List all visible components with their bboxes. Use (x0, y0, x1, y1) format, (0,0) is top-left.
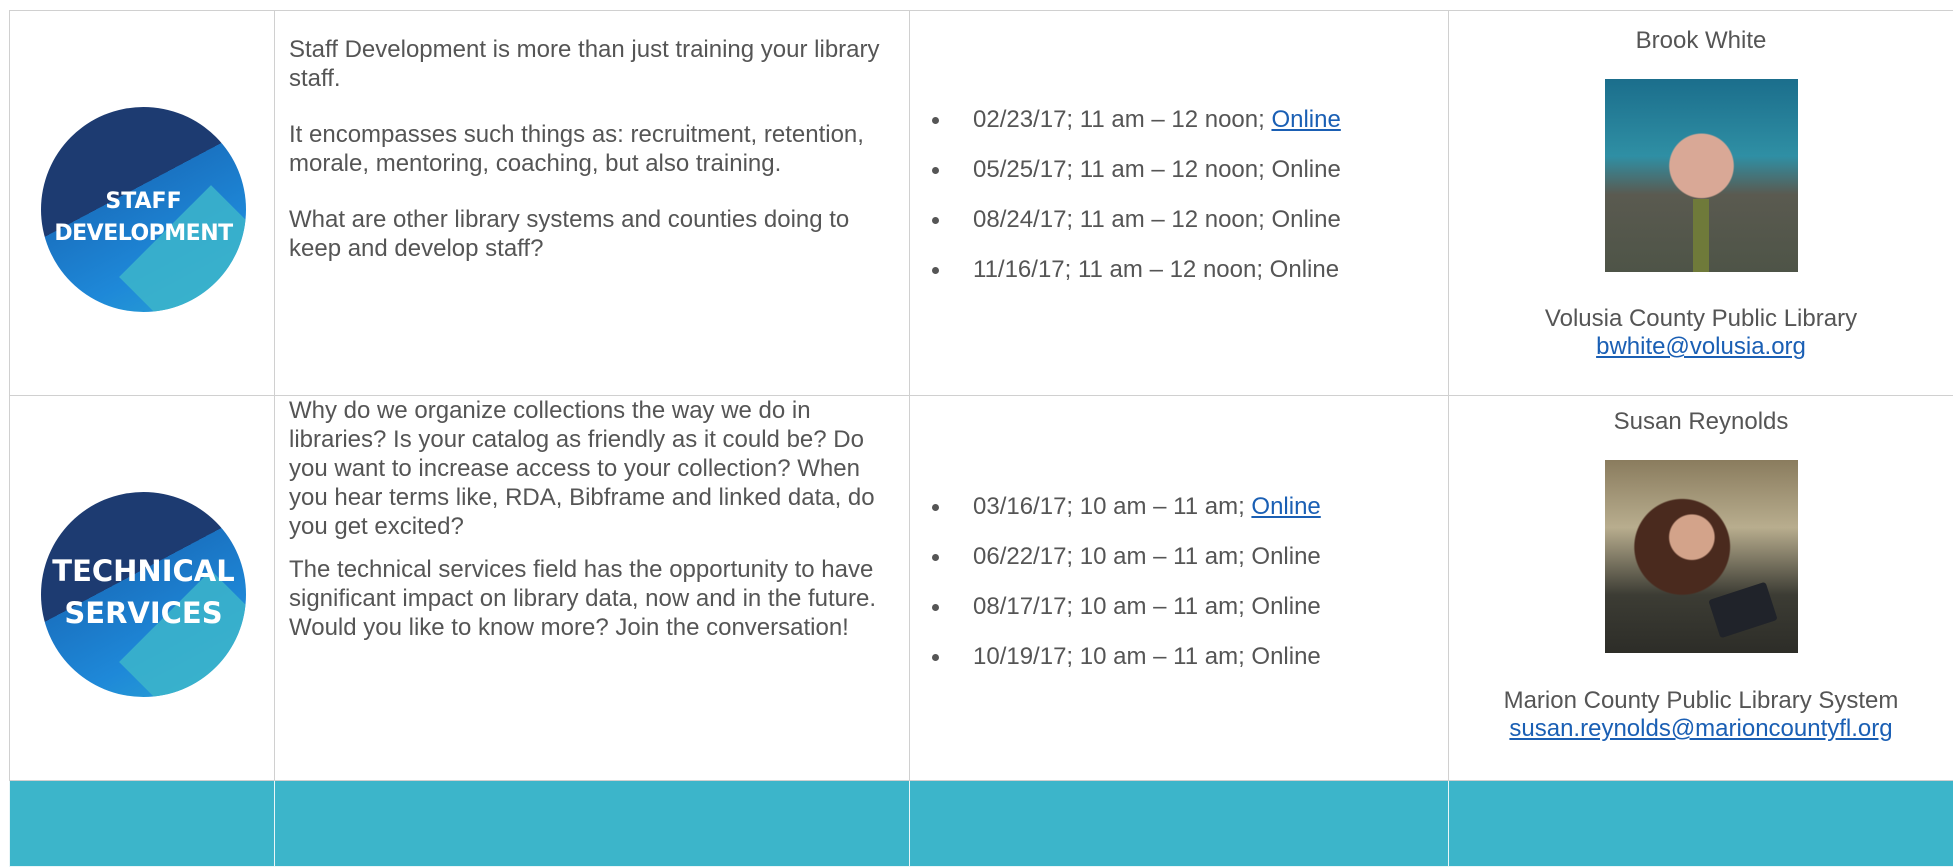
table-row: TECHNICAL SERVICES Why do we organize co… (9, 395, 1953, 781)
logo-cell: STAFF DEVELOPMENT (9, 10, 275, 396)
table-footer-row (9, 780, 1953, 867)
programs-table: STAFF DEVELOPMENT Staff Development is m… (9, 10, 1953, 867)
footer-cell (274, 780, 910, 867)
online-link[interactable]: Online (1271, 106, 1340, 133)
session-dates-list: 03/16/17; 10 am – 11 am; Online 06/22/17… (910, 396, 1448, 671)
presenter-name: Susan Reynolds (1613, 408, 1789, 435)
description-paragraph: What are other library systems and count… (289, 206, 850, 262)
presenter-email-link[interactable]: susan.reynolds@marioncountyfl.org (1509, 715, 1892, 742)
session-date: 10/19/17; 10 am – 11 am; Online (910, 642, 1448, 671)
session-date: 03/16/17; 10 am – 11 am; Online (910, 492, 1448, 521)
presenter-cell: Susan Reynolds Marion County Public Libr… (1448, 395, 1953, 781)
table-row: STAFF DEVELOPMENT Staff Development is m… (9, 10, 1953, 396)
session-date: 05/25/17; 11 am – 12 noon; Online (910, 155, 1448, 184)
presenter-organization: Volusia County Public Library (1544, 305, 1858, 332)
description-cell: Why do we organize collections the way w… (274, 395, 910, 781)
logo-text: DEVELOPMENT (54, 221, 233, 246)
session-date: 11/16/17; 11 am – 12 noon; Online (910, 255, 1448, 284)
staff-development-logo: STAFF DEVELOPMENT (41, 107, 246, 312)
logo-text: TECHNICAL (52, 554, 235, 588)
description-paragraph: It encompasses such things as: recruitme… (289, 121, 864, 177)
footer-cell (909, 780, 1449, 867)
online-link[interactable]: Online (1251, 493, 1320, 520)
presenter-email-link[interactable]: bwhite@volusia.org (1596, 333, 1806, 360)
session-date: 08/24/17; 11 am – 12 noon; Online (910, 205, 1448, 234)
description-cell: Staff Development is more than just trai… (274, 10, 910, 396)
presenter-photo (1604, 460, 1798, 653)
presenter-organization: Marion County Public Library System (1503, 687, 1899, 714)
presenter-cell: Brook White Volusia County Public Librar… (1448, 10, 1953, 396)
description-paragraph: Why do we organize collections the way w… (289, 397, 875, 540)
session-date: 02/23/17; 11 am – 12 noon; Online (910, 105, 1448, 134)
session-date: 08/17/17; 10 am – 11 am; Online (910, 592, 1448, 621)
footer-cell (9, 780, 275, 867)
dates-cell: 03/16/17; 10 am – 11 am; Online 06/22/17… (909, 395, 1449, 781)
presenter-photo (1604, 79, 1798, 272)
description-paragraph: Staff Development is more than just trai… (289, 36, 880, 92)
logo-cell: TECHNICAL SERVICES (9, 395, 275, 781)
logo-text: SERVICES (64, 596, 223, 630)
session-date: 06/22/17; 10 am – 11 am; Online (910, 542, 1448, 571)
footer-cell (1448, 780, 1953, 867)
session-dates-list: 02/23/17; 11 am – 12 noon; Online 05/25/… (910, 11, 1448, 284)
technical-services-logo: TECHNICAL SERVICES (41, 492, 246, 697)
logo-text: STAFF (105, 189, 182, 214)
dates-cell: 02/23/17; 11 am – 12 noon; Online 05/25/… (909, 10, 1449, 396)
presenter-name: Brook White (1635, 27, 1767, 54)
description-paragraph: The technical services field has the opp… (289, 556, 876, 641)
